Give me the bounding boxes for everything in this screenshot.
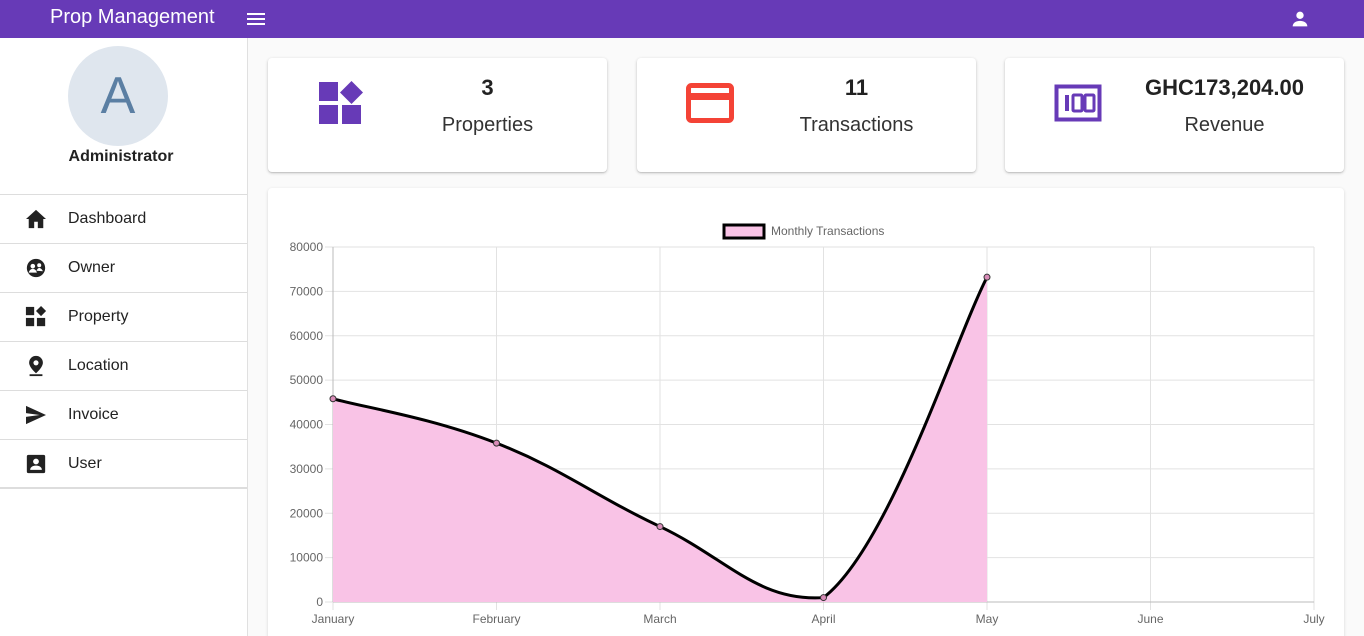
- avatar: A: [68, 46, 168, 146]
- sidebar-item-dashboard[interactable]: Dashboard: [0, 195, 247, 244]
- stat-value: 11: [844, 75, 869, 100]
- data-point: [493, 439, 500, 447]
- x-tick-label: February: [472, 612, 520, 626]
- location-pin-icon: [24, 354, 48, 378]
- sidebar-item-label: Location: [68, 357, 129, 374]
- stat-label: Properties: [441, 114, 534, 136]
- stat-label: Transactions: [799, 114, 914, 136]
- y-tick-label: 0: [316, 595, 323, 609]
- account-box-icon: [24, 452, 48, 476]
- data-point: [820, 594, 827, 602]
- widgets-icon: [316, 78, 366, 128]
- credit-card-icon: [685, 78, 735, 128]
- home-icon: [24, 207, 48, 231]
- user-role: Administrator: [68, 148, 174, 165]
- chart-canvas: 0 10000 20000 30000 40000 50000 60000 70000 8000…: [290, 223, 1325, 626]
- sidebar-item-label: Dashboard: [68, 210, 147, 227]
- owner-icon: [24, 256, 48, 280]
- account-icon[interactable]: [1288, 7, 1312, 31]
- sidebar-item-user[interactable]: User: [0, 440, 247, 489]
- money-icon: [1053, 78, 1103, 128]
- x-tick-label: June: [1137, 612, 1163, 626]
- sidebar-item-label: Property: [68, 308, 129, 325]
- stat-card-properties[interactable]: 3 Properties: [268, 58, 607, 172]
- sidebar-item-label: Invoice: [68, 406, 119, 423]
- send-icon: [24, 403, 48, 427]
- data-point: [656, 523, 664, 531]
- sidebar-item-location[interactable]: Location: [0, 342, 247, 391]
- y-tick-label: 80000: [290, 240, 324, 254]
- x-tick-label: July: [1303, 612, 1324, 626]
- sidebar: A Administrator Dashboard Owner Property…: [0, 38, 248, 636]
- y-tick-label: 10000: [290, 551, 324, 565]
- legend-swatch: [722, 223, 766, 240]
- sidebar-item-label: Owner: [68, 259, 116, 276]
- top-app-bar: Prop Management: [0, 0, 1364, 38]
- sidebar-item-invoice[interactable]: Invoice: [0, 391, 247, 440]
- y-tick-label: 30000: [290, 462, 324, 476]
- sidebar-item-owner[interactable]: Owner: [0, 244, 247, 293]
- stat-value: GHC173,204.00: [1145, 75, 1304, 100]
- y-tick-label: 60000: [290, 329, 324, 343]
- sidebar-item-label: User: [68, 454, 102, 472]
- sidebar-item-property[interactable]: Property: [0, 293, 247, 342]
- sidebar-nav: Dashboard Owner Property Location Invoic…: [0, 194, 247, 489]
- y-tick-label: 40000: [290, 418, 324, 432]
- widgets-icon: [24, 305, 48, 329]
- stat-card-transactions[interactable]: 11 Transactions: [637, 58, 976, 172]
- x-tick-label: April: [811, 612, 835, 626]
- stat-label: Revenue: [1184, 114, 1265, 136]
- legend-label: Monthly Transactions: [771, 224, 884, 238]
- y-tick-label: 50000: [290, 373, 324, 387]
- stat-value: 3: [481, 75, 494, 100]
- y-tick-label: 20000: [290, 506, 324, 520]
- data-point: [329, 395, 337, 403]
- monthly-transactions-chart: 0 10000 20000 30000 40000 50000 60000 70000 8000…: [268, 188, 1344, 636]
- x-tick-label: January: [312, 612, 355, 626]
- y-tick-label: 70000: [290, 284, 324, 298]
- data-point: [983, 273, 991, 281]
- stat-card-revenue[interactable]: GHC173,204.00 Revenue: [1005, 58, 1344, 172]
- menu-icon[interactable]: [244, 7, 268, 31]
- app-title: Prop Management: [50, 6, 215, 28]
- x-tick-label: March: [643, 612, 676, 626]
- x-tick-label: May: [976, 612, 999, 626]
